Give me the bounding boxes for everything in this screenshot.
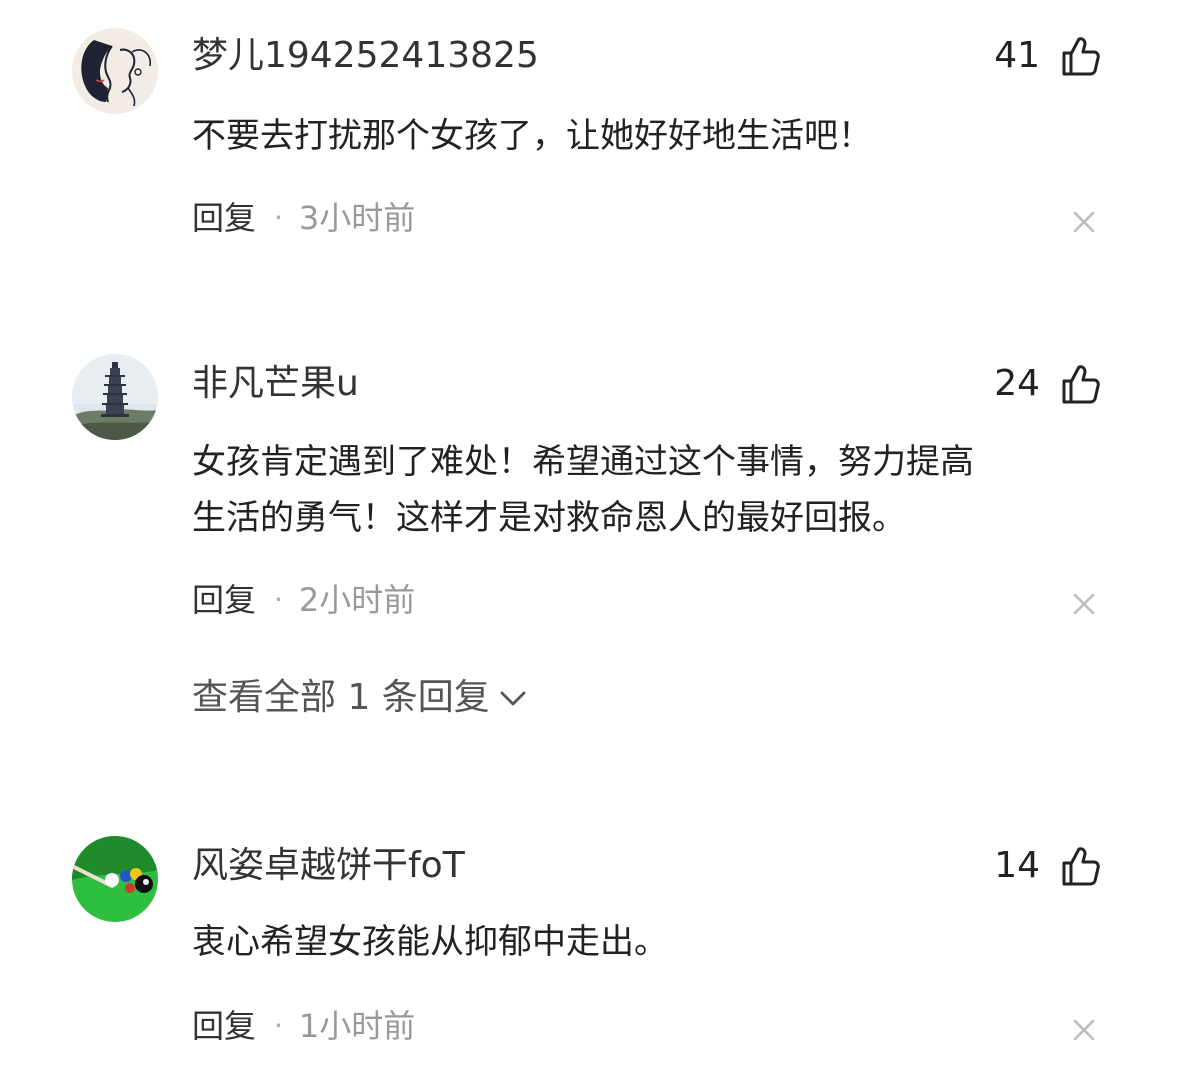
like-count: 14 xyxy=(994,845,1040,886)
like-count: 24 xyxy=(994,363,1040,404)
view-all-replies-button[interactable]: 查看全部 1 条回复 xyxy=(192,676,528,720)
thumbs-up-icon xyxy=(1062,37,1100,76)
username[interactable]: 梦儿194252413825 xyxy=(192,34,539,78)
line-art-faces-avatar-icon xyxy=(72,28,158,114)
chevron-down-icon xyxy=(500,691,526,706)
view-all-replies-label: 查看全部 1 条回复 xyxy=(192,677,490,718)
like-button[interactable]: 41 xyxy=(994,32,1100,80)
thumbs-up-icon xyxy=(1062,847,1100,886)
close-icon xyxy=(1073,593,1095,615)
close-icon xyxy=(1073,211,1095,233)
comment-text: 衷心希望女孩能从抑郁中走出。 xyxy=(192,922,668,962)
meta-separator: · xyxy=(274,201,283,234)
avatar[interactable] xyxy=(72,28,158,114)
dismiss-button[interactable] xyxy=(1068,1014,1100,1046)
thumbs-up-icon xyxy=(1062,365,1100,404)
avatar[interactable] xyxy=(72,354,158,440)
dismiss-button[interactable] xyxy=(1068,588,1100,620)
timestamp: 3小时前 xyxy=(298,199,416,237)
comment-text: 不要去打扰那个女孩了，让她好好地生活吧！ xyxy=(192,116,872,156)
username[interactable]: 风姿卓越饼干foT xyxy=(192,844,465,888)
reply-button[interactable]: 回复 xyxy=(192,580,256,620)
reply-button[interactable]: 回复 xyxy=(192,1006,256,1046)
comment-meta: 回复 · 1小时前 xyxy=(192,1006,415,1046)
meta-separator: · xyxy=(274,583,283,616)
timestamp: 2小时前 xyxy=(298,581,416,619)
meta-separator: · xyxy=(274,1009,283,1042)
like-button[interactable]: 24 xyxy=(994,360,1100,408)
comment-text: 女孩肯定遇到了难处！希望通过这个事情，努力提高 生活的勇气！这样才是对救命恩人的… xyxy=(192,442,974,538)
comment-meta: 回复 · 3小时前 xyxy=(192,198,415,238)
billiards-avatar-icon xyxy=(72,836,158,922)
close-icon xyxy=(1073,1019,1095,1041)
like-button[interactable]: 14 xyxy=(994,842,1100,890)
pagoda-avatar-icon xyxy=(72,354,158,440)
avatar[interactable] xyxy=(72,836,158,922)
username[interactable]: 非凡芒果u xyxy=(192,362,359,406)
dismiss-button[interactable] xyxy=(1068,206,1100,238)
comment-meta: 回复 · 2小时前 xyxy=(192,580,415,620)
like-count: 41 xyxy=(994,35,1040,76)
timestamp: 1小时前 xyxy=(298,1007,416,1045)
reply-button[interactable]: 回复 xyxy=(192,198,256,238)
